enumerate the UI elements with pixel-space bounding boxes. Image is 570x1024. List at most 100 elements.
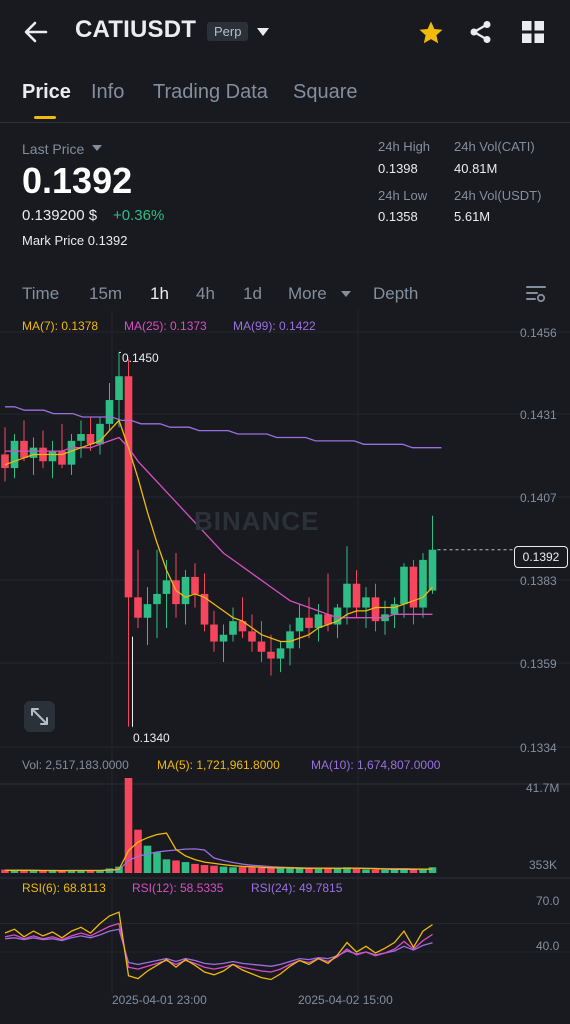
ma25-legend: MA(25): 0.1373 — [124, 319, 207, 333]
candle-body — [276, 648, 285, 659]
volume-bar — [200, 865, 209, 873]
vol-ma5-legend: MA(5): 1,721,961.8000 — [157, 758, 280, 772]
stat-high-value: 0.1398 — [378, 161, 418, 176]
candle-body — [20, 440, 28, 458]
ma99-legend: MA(99): 0.1422 — [233, 319, 316, 333]
tf-1d[interactable]: 1d — [243, 284, 262, 304]
candle-body — [428, 549, 437, 591]
price-axis-label: 0.1407 — [520, 491, 557, 505]
back-arrow-icon[interactable] — [22, 18, 50, 46]
volume-bar — [314, 868, 323, 873]
volume-bar — [181, 862, 190, 873]
timeframe-bar: Time 15m 1h 4h 1d More Depth — [0, 280, 570, 310]
price-usd: 0.139200 $ — [22, 207, 98, 224]
stat-low-value: 0.1358 — [378, 209, 418, 224]
volume-bar — [134, 829, 142, 873]
chart-settings-icon[interactable] — [526, 285, 546, 303]
candle-body — [305, 617, 313, 628]
candle-body — [362, 597, 370, 608]
tf-depth[interactable]: Depth — [373, 284, 418, 304]
tab-square[interactable]: Square — [293, 81, 358, 104]
volume-bar — [39, 870, 47, 873]
candle-body — [400, 566, 408, 605]
ma7-legend: MA(7): 0.1378 — [22, 319, 99, 333]
candle-body — [314, 614, 323, 628]
candle-body — [10, 440, 19, 469]
candle-body — [248, 631, 256, 642]
tf-more[interactable]: More — [288, 284, 327, 304]
rsi12-legend: RSI(12): 58.5335 — [132, 881, 224, 895]
tf-1h[interactable]: 1h — [150, 284, 169, 304]
share-icon[interactable] — [469, 20, 493, 44]
rsi6-line — [4, 911, 433, 981]
volume-bar — [219, 866, 228, 873]
tf-time[interactable]: Time — [22, 284, 59, 304]
vol-axis-label: 41.7M — [526, 781, 560, 795]
volume-bar — [248, 867, 256, 873]
volume-bar — [238, 867, 247, 873]
stat-vol-usdt-value: 5.61M — [454, 209, 491, 224]
price-axis-label: 0.1431 — [520, 408, 557, 422]
expand-chart-button[interactable] — [24, 701, 55, 732]
low-annotation: 0.1340 — [133, 731, 170, 745]
stat-high-label: 24h High — [378, 139, 431, 154]
rsi24-legend: RSI(24): 49.7815 — [251, 881, 343, 895]
candle-body — [210, 624, 218, 642]
candle-body — [143, 604, 152, 618]
time-axis-label: 2025-04-01 23:00 — [112, 993, 207, 1007]
vol-ma10-legend: MA(10): 1,674,807.0000 — [311, 758, 441, 772]
volume-bar — [191, 863, 199, 873]
active-tab-indicator — [34, 116, 56, 119]
volume-bar — [20, 870, 28, 873]
grid-icon[interactable] — [521, 20, 545, 44]
section-tabs: Price Info Trading Data Square — [0, 78, 570, 122]
vol-ma10-line — [5, 848, 433, 872]
star-icon[interactable] — [418, 20, 444, 46]
volume-bar — [381, 869, 389, 873]
tab-price[interactable]: Price — [22, 81, 71, 104]
candle-body — [229, 621, 237, 635]
caret-down-icon[interactable] — [256, 26, 270, 38]
candle-body — [162, 580, 171, 594]
last-price: 0.1392 — [22, 160, 133, 201]
stat-vol-cati-label: 24h Vol(CATI) — [454, 139, 535, 154]
volume-bar — [162, 859, 171, 873]
price-axis-label: 0.1359 — [520, 657, 557, 671]
header: CATIUSDT Perp — [0, 0, 570, 64]
tf-4h[interactable]: 4h — [196, 284, 215, 304]
high-annotation: 0.1450 — [122, 351, 159, 365]
candle-body — [191, 576, 199, 594]
volume-bar — [210, 865, 218, 873]
volume-bar — [333, 868, 342, 873]
volume-bar — [257, 867, 266, 873]
candle-body — [115, 376, 123, 401]
volume-bar — [229, 867, 237, 873]
last-price-label[interactable]: Last Price — [22, 141, 84, 157]
rsi-axis-label: 70.0 — [536, 894, 560, 908]
caret-down-icon[interactable] — [92, 144, 102, 152]
caret-down-icon[interactable] — [340, 289, 352, 299]
tab-info[interactable]: Info — [91, 81, 124, 104]
volume-bar — [295, 868, 304, 873]
symbol-title[interactable]: CATIUSDT — [75, 16, 196, 44]
volume-bar — [352, 868, 361, 873]
candle-body — [267, 651, 275, 659]
stat-low-label: 24h Low — [378, 188, 428, 203]
volume-bar — [371, 869, 380, 873]
candle-body — [1, 454, 9, 469]
candle-body — [29, 447, 38, 458]
perp-badge: Perp — [207, 22, 249, 41]
tab-trading-data[interactable]: Trading Data — [153, 81, 268, 104]
volume-bar — [143, 845, 152, 873]
volume-bar — [390, 869, 399, 873]
volume-bar — [267, 868, 275, 873]
candle-body — [419, 559, 427, 608]
volume-bar — [362, 869, 370, 873]
time-axis-label: 2025-04-02 15:00 — [298, 993, 393, 1007]
price-chart[interactable] — [0, 310, 570, 1024]
tf-15m[interactable]: 15m — [89, 284, 122, 304]
stat-vol-cati-value: 40.81M — [454, 161, 498, 176]
vol-axis-label: 353K — [529, 858, 558, 872]
rsi6-legend: RSI(6): 68.8113 — [22, 881, 106, 895]
candle-body — [181, 576, 190, 605]
